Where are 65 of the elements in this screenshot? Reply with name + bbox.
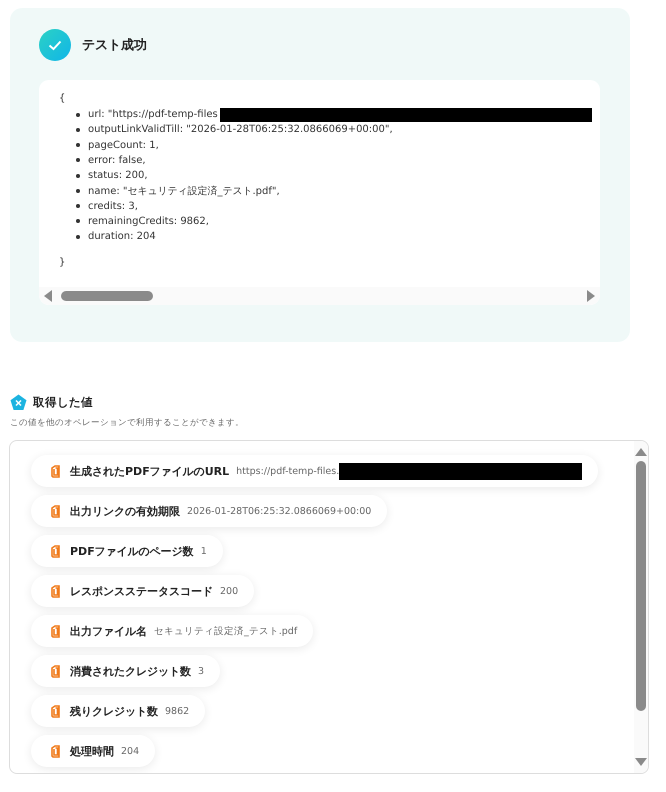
document-icon (51, 504, 60, 518)
value-chip[interactable]: PDFファイルのページ数 1 (31, 535, 223, 567)
value-text: 2026-01-28T06:25:32.0866069+00:00 (187, 506, 372, 516)
value-text: https://pdf-temp-files. (236, 466, 340, 476)
code-line: error: false, (88, 154, 146, 166)
bullet-icon (76, 143, 80, 148)
value-text: 3 (198, 666, 204, 676)
value-label: PDFファイルのページ数 (70, 544, 194, 558)
code-line: name: "セキュリティ設定済_テスト.pdf", (88, 184, 280, 198)
document-icon (51, 624, 60, 638)
horizontal-scrollbar[interactable] (39, 287, 600, 305)
section-description: この値を他のオペレーションで利用することができます。 (10, 417, 245, 429)
value-label: 消費されたクレジット数 (70, 664, 191, 678)
value-chip[interactable]: 出力リンクの有効期限 2026-01-28T06:25:32.0866069+00:00 (31, 495, 388, 527)
value-chip[interactable]: 残りクレジット数 9862 (31, 695, 206, 727)
value-text: 9862 (165, 706, 190, 716)
bullet-icon (76, 234, 80, 239)
section-title: 取得した値 (33, 394, 93, 410)
code-line: outputLinkValidTill: "2026-01-28T06:25:32.0866069+00:00", (88, 124, 393, 136)
result-title: テスト成功 (82, 37, 147, 54)
code-line: url: "https://pdf-temp-files (88, 109, 218, 120)
scroll-up-icon[interactable] (635, 447, 647, 457)
bullet-icon (76, 128, 80, 132)
code-line: duration: 204 (88, 231, 156, 242)
code-line: } (59, 256, 66, 270)
code-line: credits: 3, (88, 200, 138, 212)
code-line: status: 200, (88, 170, 148, 182)
value-label: 処理時間 (70, 744, 114, 758)
bullet-icon (76, 112, 80, 117)
code-line: remainingCredits: 9862, (88, 216, 209, 227)
value-chip[interactable]: 生成されたPDFファイルのURL https://pdf-temp-files. (31, 455, 598, 487)
scrollbar-thumb[interactable] (636, 461, 646, 711)
document-icon (51, 544, 60, 558)
document-icon (51, 744, 60, 758)
value-text: 1 (200, 546, 207, 556)
value-label: 出力リンクの有効期限 (70, 504, 180, 518)
value-label: 生成されたPDFファイルのURL (70, 464, 230, 478)
bullet-icon (76, 188, 80, 193)
bullet-icon (76, 204, 80, 208)
value-chip[interactable]: レスポンスステータスコード 200 (31, 575, 254, 607)
code-line: pageCount: 1, (88, 140, 159, 151)
bullet-icon (76, 219, 80, 224)
value-chip[interactable]: 処理時間 204 (31, 735, 156, 767)
code-line: { (59, 92, 66, 106)
document-icon (51, 584, 60, 598)
bullet-icon (76, 174, 80, 178)
value-text: セキュリティ設定済_テスト.pdf (154, 624, 298, 638)
scroll-left-icon[interactable] (43, 290, 53, 302)
scrollbar-thumb[interactable] (61, 291, 153, 301)
value-text: 200 (220, 586, 238, 596)
value-label: 出力ファイル名 (70, 624, 147, 638)
value-chip[interactable]: 出力ファイル名 セキュリティ設定済_テスト.pdf (31, 615, 314, 647)
scroll-down-icon[interactable] (635, 757, 647, 767)
document-icon (51, 464, 60, 478)
document-icon (51, 704, 60, 718)
bullet-icon (76, 158, 80, 162)
scroll-right-icon[interactable] (586, 290, 596, 302)
value-text: 204 (121, 746, 140, 756)
value-label: 残りクレジット数 (70, 704, 158, 718)
value-chip[interactable]: 消費されたクレジット数 3 (31, 655, 220, 687)
success-check-icon (39, 29, 71, 61)
value-label: レスポンスステータスコード (70, 584, 213, 598)
document-icon (51, 664, 60, 678)
vertical-scrollbar[interactable] (634, 441, 648, 773)
variable-icon (10, 394, 27, 410)
